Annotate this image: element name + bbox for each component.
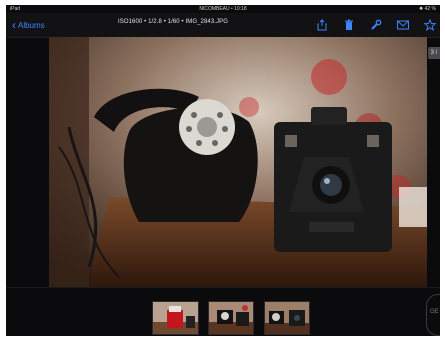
back-label: Albums <box>18 20 45 30</box>
main-photo[interactable] <box>49 37 427 287</box>
share-icon[interactable] <box>316 19 328 31</box>
thumbnail-3[interactable] <box>264 301 310 335</box>
edit-wrench-icon[interactable] <box>370 19 382 31</box>
star-icon[interactable] <box>424 19 436 31</box>
side-control[interactable]: GE <box>426 294 440 336</box>
carrier-time: NICOMBEAU • 10:18 <box>199 6 247 12</box>
status-bar: iPad NICOMBEAU • 10:18 ✹ 42 % <box>6 5 440 13</box>
back-albums-button[interactable]: ‹ Albums <box>12 18 45 32</box>
trash-icon[interactable] <box>343 19 355 31</box>
mail-icon[interactable] <box>397 19 409 31</box>
photo-viewer-screen: iPad NICOMBEAU • 10:18 ✹ 42 % ‹ Albums I… <box>6 5 440 336</box>
thumbnail-2[interactable] <box>208 301 254 335</box>
chevron-left-icon: ‹ <box>12 18 16 32</box>
thumbnail-1[interactable] <box>152 301 199 335</box>
thumbnail-strip <box>6 287 440 336</box>
navigation-bar: ‹ Albums ISO1600 • 1/2.8 • 1/60 • IMG_28… <box>6 13 440 38</box>
page-counter: 3 / <box>428 47 440 59</box>
toolbar-icons <box>316 18 436 32</box>
side-control-label: GE <box>430 309 439 315</box>
photo-title: ISO1600 • 1/2.8 • 1/60 • IMG_2843.JPG <box>117 19 229 25</box>
battery-indicator: ✹ 42 % <box>419 6 436 12</box>
